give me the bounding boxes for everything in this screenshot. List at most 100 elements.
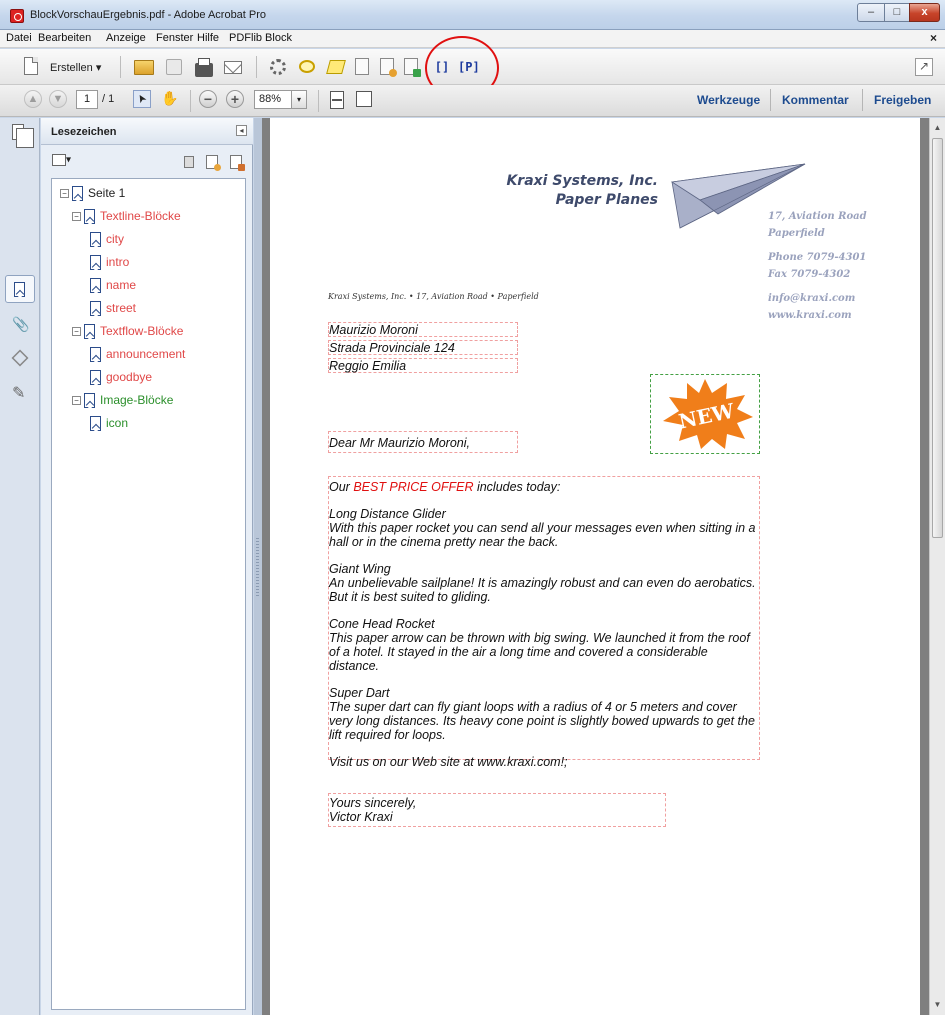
document-export-icon[interactable] <box>380 58 397 77</box>
name-block[interactable]: Maurizio Moroni <box>328 322 518 337</box>
bookmark-tree: − Seite 1 − Textline-Blöcke city intro name str… <box>51 178 246 1010</box>
menu-hilfe[interactable]: Hilfe <box>197 32 219 44</box>
bookmark-icon <box>90 416 101 432</box>
gear-icon[interactable] <box>270 59 286 75</box>
bookmark-options-menu[interactable]: ▾ <box>52 154 71 166</box>
intro-block[interactable]: Dear Mr Maurizio Moroni, <box>328 431 518 453</box>
goodbye-block[interactable]: Yours sincerely, Victor Kraxi <box>328 793 666 827</box>
scroll-up-arrow[interactable]: ▲ <box>932 121 943 135</box>
document-settings-icon[interactable] <box>355 58 369 75</box>
bookmark-label: name <box>106 278 137 292</box>
bookmark-icon <box>90 232 101 248</box>
panel-splitter[interactable] <box>254 118 262 1015</box>
bookmark-properties-icon[interactable] <box>230 155 245 171</box>
zoom-out-button[interactable] <box>199 90 217 108</box>
bookmark-item[interactable]: name <box>90 275 136 295</box>
bookmark-item[interactable]: − Textline-Blöcke <box>72 206 181 226</box>
attachments-icon[interactable] <box>12 316 29 334</box>
page-number-input[interactable]: 1 <box>76 90 98 109</box>
email-icon[interactable] <box>224 61 242 74</box>
bookmark-icon <box>72 186 83 202</box>
maximize-button[interactable]: □ <box>884 3 910 22</box>
select-tool-icon[interactable] <box>133 90 151 108</box>
acrobat-app-icon <box>10 9 24 23</box>
product-4: Super Dart The super dart can fly giant l… <box>329 686 755 742</box>
product-1: Long Distance Glider With this paper rock… <box>329 507 756 549</box>
icon-image-block[interactable]: NEW <box>650 374 760 454</box>
bookmark-item[interactable]: − Image-Blöcke <box>72 390 173 410</box>
bookmark-item[interactable]: goodbye <box>90 367 152 387</box>
create-button[interactable]: Erstellen ▾ <box>50 61 101 74</box>
zoom-dropdown-button[interactable]: ▾ <box>291 90 307 109</box>
open-folder-icon[interactable] <box>134 60 154 75</box>
create-pdf-icon[interactable] <box>24 57 38 75</box>
new-bookmark-icon[interactable] <box>206 155 221 171</box>
signatures-icon[interactable] <box>12 383 28 403</box>
bookmark-label: city <box>106 232 124 246</box>
hand-tool-icon[interactable] <box>160 90 180 110</box>
print-icon[interactable] <box>195 58 213 77</box>
comment-bubble-icon[interactable] <box>299 60 315 73</box>
fullscreen-expand-icon[interactable] <box>915 58 933 76</box>
expand-collapse-toggle[interactable]: − <box>72 396 81 405</box>
bookmark-item[interactable]: − Seite 1 <box>60 183 126 203</box>
save-icon[interactable] <box>166 59 182 75</box>
bookmarks-tab-icon[interactable] <box>14 282 25 297</box>
document-close-icon[interactable]: × <box>930 31 937 45</box>
zoom-level-input[interactable]: 88% <box>254 90 292 109</box>
scroll-thumb[interactable] <box>932 138 943 538</box>
city-block[interactable]: Reggio Emilia <box>328 358 518 373</box>
scroll-down-arrow[interactable]: ▼ <box>932 998 943 1012</box>
bookmark-icon <box>90 347 101 363</box>
fit-width-icon[interactable] <box>356 91 372 107</box>
recipient-street: Strada Provinciale 124 <box>329 341 455 355</box>
bookmark-icon <box>90 278 101 294</box>
tab-divider <box>770 89 771 111</box>
zoom-in-button[interactable] <box>226 90 244 108</box>
bookmark-label: announcement <box>106 347 186 361</box>
minimize-button[interactable]: – <box>857 3 885 22</box>
tab-freigeben[interactable]: Freigeben <box>874 93 931 107</box>
bookmarks-panel: Lesezeichen ◂ ▾ − Seite 1 − Textline-Blöcke… <box>41 118 253 1015</box>
document-sign-icon[interactable] <box>404 58 421 77</box>
bookmark-label: Seite 1 <box>88 186 126 200</box>
menu-fenster[interactable]: Fenster <box>156 32 193 44</box>
bookmark-icon <box>84 324 95 340</box>
announcement-block[interactable]: Our BEST PRICE OFFER includes today: Lon… <box>328 476 760 769</box>
address-web: www.kraxi.com <box>768 310 852 321</box>
page-thumbnails-icon[interactable] <box>12 124 34 148</box>
highlight-pen-icon[interactable] <box>326 60 346 74</box>
layers-icon[interactable] <box>11 349 29 367</box>
fit-page-icon[interactable] <box>330 91 344 109</box>
delete-bookmark-icon[interactable] <box>184 156 194 168</box>
bookmark-item[interactable]: announcement <box>90 344 185 364</box>
company-address: 17, Aviation Road Paperfield Phone 7079-… <box>768 208 867 324</box>
bookmark-item[interactable]: icon <box>90 413 128 433</box>
bookmark-item[interactable]: city <box>90 229 124 249</box>
menu-pdflib-block[interactable]: PDFlib Block <box>229 32 292 44</box>
street-block[interactable]: Strada Provinciale 124 <box>328 340 518 355</box>
address-fax: Fax 7079-4302 <box>768 269 851 280</box>
bookmark-icon <box>90 255 101 271</box>
bookmark-item[interactable]: street <box>90 298 136 318</box>
bookmark-item[interactable]: − Textflow-Blöcke <box>72 321 183 341</box>
toolbar-divider <box>318 90 319 112</box>
previous-page-button[interactable] <box>24 90 42 108</box>
tab-werkzeuge[interactable]: Werkzeuge <box>697 93 760 107</box>
sender-line: Kraxi Systems, Inc. • 17, Aviation Road … <box>328 292 539 301</box>
expand-collapse-toggle[interactable]: − <box>72 212 81 221</box>
expand-collapse-toggle[interactable]: − <box>72 327 81 336</box>
menu-datei[interactable]: Datei <box>6 32 32 44</box>
collapse-panel-button[interactable]: ◂ <box>236 125 247 136</box>
close-window-button[interactable]: x <box>909 3 940 22</box>
menu-bearbeiten[interactable]: Bearbeiten <box>38 32 91 44</box>
toolbar-divider <box>190 90 191 112</box>
expand-collapse-toggle[interactable]: − <box>60 189 69 198</box>
bookmarks-toolbar: ▾ <box>41 146 253 176</box>
menu-anzeige[interactable]: Anzeige <box>106 32 146 44</box>
next-page-button[interactable] <box>49 90 67 108</box>
vertical-scrollbar[interactable]: ▲ ▼ <box>929 118 945 1015</box>
bookmark-item[interactable]: intro <box>90 252 129 272</box>
tab-kommentar[interactable]: Kommentar <box>782 93 849 107</box>
company-name: Kraxi Systems, Inc. <box>506 173 658 189</box>
